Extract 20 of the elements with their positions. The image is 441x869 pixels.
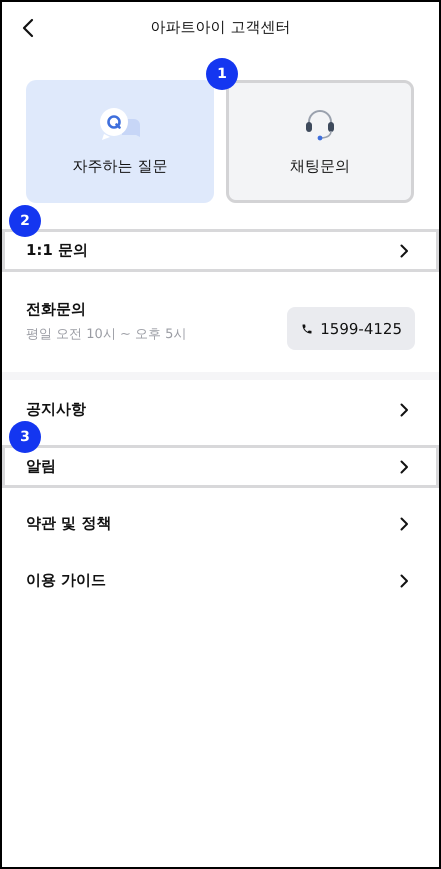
chevron-right-icon	[400, 460, 409, 474]
chevron-right-icon	[400, 574, 409, 588]
chevron-right-icon	[400, 402, 409, 416]
menu-row[interactable]: 알림	[2, 445, 439, 488]
call-button[interactable]: 1599-4125	[287, 307, 415, 350]
chat-card[interactable]: 채팅문의	[226, 80, 414, 203]
headset-icon	[303, 107, 337, 141]
chevron-right-icon	[400, 244, 409, 258]
number-badge: 2	[9, 205, 41, 237]
phone-inquiry-label: 전화문의	[26, 300, 87, 319]
back-icon	[22, 18, 34, 38]
phone-icon	[301, 322, 314, 334]
menu-row[interactable]: 1:1 문의	[2, 229, 439, 272]
page-title: 아파트아이 고객센터	[150, 18, 290, 36]
back-button[interactable]	[20, 16, 36, 40]
hours-text: 평일 오전 10시 ~ 오후 5시	[26, 326, 186, 343]
chevron-right-icon	[400, 516, 409, 530]
question-bubble-icon	[98, 107, 142, 141]
faq-card[interactable]: 자주하는 질문	[26, 80, 214, 203]
number-badge: 1	[206, 58, 238, 90]
